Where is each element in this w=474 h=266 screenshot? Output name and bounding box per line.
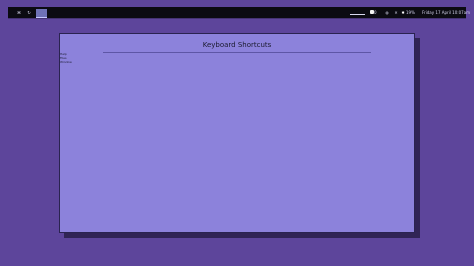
- keyboard-shortcuts-window: Keyboard Shortcuts Help Files Window: [59, 33, 415, 233]
- shortcut-sections: Help Files Window: [60, 52, 76, 64]
- title-divider: [103, 52, 371, 53]
- workspace-icon[interactable]: ⌘: [16, 7, 22, 18]
- battery-level: 0: [374, 10, 377, 15]
- refresh-icon[interactable]: ↻: [26, 7, 32, 18]
- top-taskbar: ⌘ ↻ 0 ◍ ✕ ✹ 19% Friday 17 April 10:07am: [8, 7, 470, 18]
- active-workspace-indicator[interactable]: [36, 9, 47, 18]
- status-line: [350, 14, 365, 15]
- window-title: Keyboard Shortcuts: [202, 41, 272, 49]
- cpu-usage: 19%: [406, 10, 415, 15]
- date-time[interactable]: Friday 17 April 10:07am: [422, 7, 470, 18]
- network-icon[interactable]: ◍: [384, 7, 390, 18]
- section-window[interactable]: Window: [60, 60, 76, 64]
- close-icon[interactable]: ✕: [393, 7, 399, 18]
